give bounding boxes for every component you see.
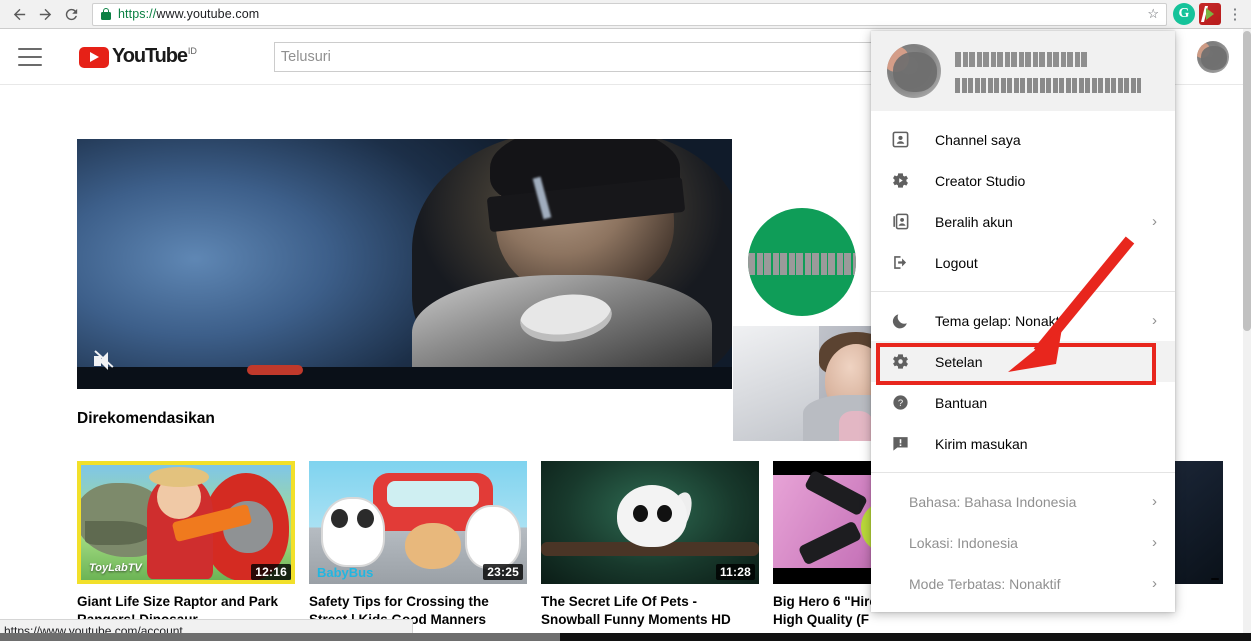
grammarly-extension-icon[interactable]: G [1173, 3, 1195, 25]
chevron-right-icon: › [1152, 312, 1157, 329]
thumbnail-watermark: ToyLabTV [89, 562, 142, 574]
screenshot-root: https://www.youtube.com ☆ G ⋮ YouTube ID… [0, 0, 1251, 641]
menu-section-settings: Tema gelap: Nonaktif › Setelan ? Bantuan [871, 291, 1175, 472]
page-scrollbar[interactable] [1243, 29, 1251, 641]
account-header[interactable] [871, 31, 1175, 111]
address-bar-url: https://www.youtube.com [118, 7, 259, 21]
secure-lock-icon [101, 8, 111, 20]
feedback-icon [887, 434, 913, 453]
chevron-right-icon: › [1152, 493, 1157, 510]
scrollbar-thumb[interactable] [1243, 31, 1251, 331]
menu-item-mode-terbatas[interactable]: Mode Terbatas: Nonaktif › [871, 563, 1175, 604]
back-button[interactable] [6, 1, 32, 27]
redacted-text-overlay [748, 253, 856, 275]
menu-item-label: Beralih akun [935, 213, 1013, 230]
thumbnail-watermark: BabyBus [317, 565, 374, 580]
muted-speaker-icon[interactable] [94, 350, 118, 371]
menu-item-setelan[interactable]: Setelan [871, 341, 1175, 382]
youtube-wordmark: YouTube [112, 45, 188, 67]
chevron-right-icon: › [1152, 534, 1157, 551]
menu-item-label: Lokasi: Indonesia [909, 534, 1018, 551]
gear-icon [887, 352, 913, 371]
menu-item-label: Mode Terbatas: Nonaktif [909, 575, 1061, 592]
menu-item-label: Tema gelap: Nonaktif [935, 312, 1067, 329]
youtube-logo[interactable]: YouTube ID [79, 45, 197, 68]
video-title[interactable]: The Secret Life Of Pets - Snowball Funny… [541, 593, 759, 629]
account-identity [955, 50, 1159, 93]
video-duration: 11:28 [715, 564, 755, 580]
youtube-play-icon [79, 47, 109, 68]
video-thumbnail[interactable]: BabyBus 23:25 [309, 461, 527, 584]
search-input[interactable]: Telusuri [273, 41, 876, 72]
video-duration: 12:16 [251, 564, 291, 580]
account-avatar [887, 44, 941, 98]
video-card[interactable]: BabyBus 23:25 Safety Tips for Crossing t… [309, 461, 527, 641]
help-circle-icon: ? [887, 393, 913, 412]
menu-item-label: Kirim masukan [935, 435, 1028, 452]
menu-item-label: Bahasa: Bahasa Indonesia [909, 493, 1077, 510]
hero-video-preview[interactable] [77, 139, 732, 389]
menu-item-bantuan[interactable]: ? Bantuan [871, 382, 1175, 423]
avatar[interactable] [1197, 41, 1229, 73]
hamburger-menu-icon[interactable] [18, 47, 42, 66]
url-scheme: https:// [118, 7, 157, 21]
menu-item-creator-studio[interactable]: Creator Studio [871, 160, 1175, 201]
menu-item-kirim-masukan[interactable]: Kirim masukan [871, 423, 1175, 464]
address-bar[interactable]: https://www.youtube.com ☆ [92, 2, 1167, 26]
menu-item-logout[interactable]: Logout [871, 242, 1175, 283]
moon-icon [887, 311, 913, 330]
video-duration: 23:25 [483, 564, 523, 580]
svg-text:?: ? [897, 398, 902, 409]
kebab-menu-icon[interactable]: ⋮ [1225, 7, 1245, 22]
browser-toolbar: https://www.youtube.com ☆ G ⋮ [0, 0, 1251, 29]
video-card[interactable]: 11:28 The Secret Life Of Pets - Snowball… [541, 461, 759, 641]
menu-item-label: Setelan [935, 353, 983, 370]
menu-item-bahasa[interactable]: Bahasa: Bahasa Indonesia › [871, 481, 1175, 522]
video-thumbnail[interactable]: 11:28 [541, 461, 759, 584]
taskbar-strip [0, 633, 1251, 641]
video-card[interactable]: ToyLabTV 12:16 Giant Life Size Raptor an… [77, 461, 295, 641]
menu-section-account: Channel saya Creator Studio Beralih akun… [871, 111, 1175, 291]
menu-item-tema-gelap[interactable]: Tema gelap: Nonaktif › [871, 300, 1175, 341]
menu-item-label: Bantuan [935, 394, 988, 411]
page-title: Direkomendasikan [77, 410, 215, 427]
star-icon[interactable]: ☆ [1147, 6, 1159, 22]
grammarly-letter: G [1178, 6, 1190, 21]
video-thumbnail[interactable]: ToyLabTV 12:16 [77, 461, 295, 584]
forward-button[interactable] [32, 1, 58, 27]
taskbar-segment [0, 633, 560, 641]
hero-foreground [77, 367, 732, 389]
menu-item-label: Logout [935, 254, 978, 271]
account-email-redacted [955, 77, 1141, 93]
chevron-right-icon: › [1152, 575, 1157, 592]
channel-avatar-circle[interactable] [748, 208, 856, 316]
gear-play-icon [887, 171, 913, 190]
menu-item-channel-saya[interactable]: Channel saya [871, 119, 1175, 160]
menu-item-label: Channel saya [935, 131, 1021, 148]
chevron-right-icon: › [1152, 213, 1157, 230]
youtube-country-code: ID [187, 46, 197, 56]
menu-item-lokasi[interactable]: Lokasi: Indonesia › [871, 522, 1175, 563]
menu-item-beralih-akun[interactable]: Beralih akun › [871, 201, 1175, 242]
account-dropdown-menu: Channel saya Creator Studio Beralih akun… [871, 31, 1175, 612]
video-duration [1211, 578, 1219, 580]
person-card-icon [887, 130, 913, 149]
url-host: www.youtube.com [156, 7, 260, 21]
search-area: Telusuri [273, 41, 938, 72]
hero-red-object [247, 365, 303, 375]
menu-item-label: Creator Studio [935, 172, 1026, 189]
switch-account-icon [887, 212, 913, 231]
reload-button[interactable] [58, 1, 84, 27]
account-name-redacted [955, 51, 1087, 67]
search-placeholder: Telusuri [280, 48, 331, 65]
media-extension-icon[interactable] [1199, 3, 1221, 25]
menu-section-locale: Bahasa: Bahasa Indonesia › Lokasi: Indon… [871, 472, 1175, 612]
logout-icon [887, 253, 913, 272]
